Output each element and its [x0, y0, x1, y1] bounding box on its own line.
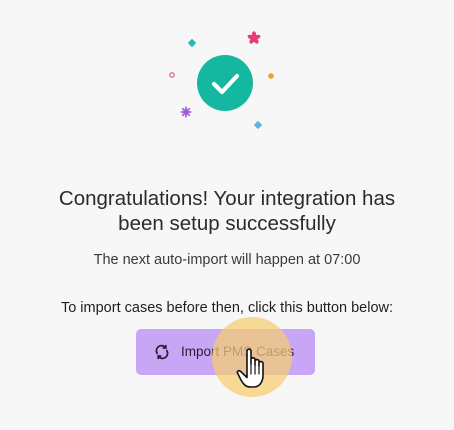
- confetti-dot-icon: [268, 73, 274, 79]
- confetti-star-icon: [247, 31, 261, 44]
- next-import-text: The next auto-import will happen at 07:0…: [93, 252, 361, 268]
- integration-success-page: Congratulations! Your integration has be…: [0, 0, 454, 430]
- import-pms-cases-button[interactable]: Import PMS Cases: [136, 329, 315, 375]
- confetti-burst-icon: [180, 106, 192, 118]
- import-button-label: Import PMS Cases: [181, 344, 295, 359]
- confetti-ring-icon: [169, 72, 175, 78]
- success-badge: [197, 55, 253, 111]
- celebration-graphic: [0, 0, 454, 140]
- refresh-icon: [155, 344, 169, 360]
- confetti-square-icon: [254, 121, 262, 129]
- heading-line-2: been setup successfully: [118, 212, 336, 235]
- success-heading: Congratulations! Your integration has be…: [0, 186, 454, 236]
- import-instruction-text: To import cases before then, click this …: [60, 300, 394, 316]
- heading-line-1: Congratulations! Your integration has: [58, 187, 396, 210]
- confetti-diamond-icon: [187, 38, 197, 48]
- checkmark-icon: [211, 73, 240, 95]
